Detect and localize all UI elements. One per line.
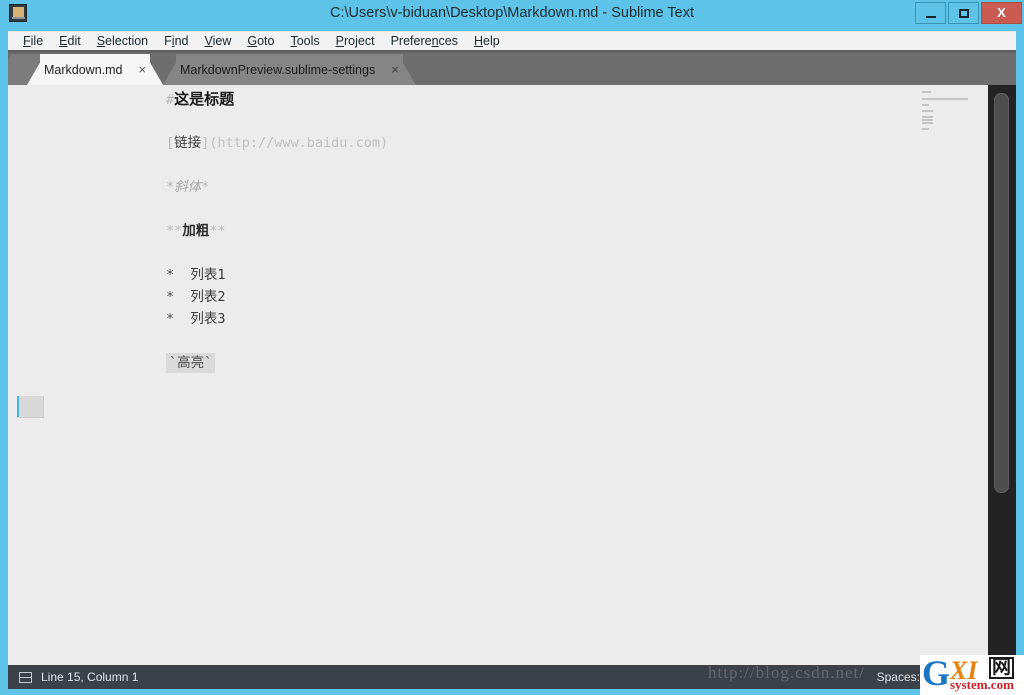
code-token: [ — [166, 135, 175, 151]
editor-area[interactable]: #这是标题 [链接](http://www.baidu.com) *斜体* **加粗*… — [8, 85, 1016, 665]
code-token: ** — [166, 223, 183, 239]
logo-glyph-wang: 网 — [989, 657, 1015, 679]
minimap-line — [922, 116, 933, 119]
menu-item-goto[interactable]: Goto — [239, 33, 282, 49]
tab-bar: Markdown.md × MarkdownPreview.sublime-sett… — [8, 50, 1016, 85]
minimap-line — [922, 119, 933, 122]
code-token: 加粗 — [182, 223, 210, 239]
maximize-icon — [959, 9, 969, 18]
code-token: * — [166, 311, 191, 327]
code-line: * 列表1 — [166, 264, 226, 286]
text-caret — [17, 396, 19, 417]
menu-bar: File Edit Selection Find View Goto Tools Projec… — [8, 31, 1016, 50]
menu-item-help[interactable]: Help — [466, 33, 508, 49]
sublime-text-window: C:\Users\v-biduan\Desktop\Markdown.md - … — [0, 0, 1024, 695]
minimize-button[interactable] — [915, 2, 946, 24]
minimap-line — [922, 91, 931, 94]
status-bar: Line 15, Column 1 http://blog.csdn.net/ … — [8, 663, 1016, 689]
code-line: #这是标题 — [166, 88, 234, 110]
code-line: *斜体* — [166, 176, 209, 198]
tab-right-edge — [145, 54, 164, 85]
watermark-text: http://blog.csdn.net/ — [708, 663, 865, 682]
cursor-position-label: Line 15, Column 1 — [41, 670, 139, 684]
window-controls: X — [913, 2, 1022, 24]
code-line: * 列表3 — [166, 308, 226, 330]
logo-domain: system.com — [950, 677, 1014, 692]
tab-close-icon[interactable]: × — [139, 63, 147, 76]
code-token: `高亮` — [166, 353, 216, 373]
code-token: 列表3 — [190, 311, 226, 327]
menu-item-view[interactable]: View — [196, 33, 239, 49]
vertical-scrollbar-track[interactable] — [988, 85, 1016, 665]
code-line: **加粗** — [166, 220, 226, 242]
tab-left-edge — [163, 54, 181, 85]
minimap-line — [922, 97, 968, 100]
code-token: ](http://www.baidu.com) — [201, 135, 389, 151]
code-token: # — [166, 92, 175, 108]
menu-item-tools[interactable]: Tools — [282, 33, 327, 49]
code-token: 链接 — [174, 135, 202, 151]
tab-bar-shadow — [8, 50, 1016, 54]
code-token: * — [201, 179, 210, 195]
code-token: * — [166, 179, 175, 195]
code-line: `高亮` — [166, 352, 216, 374]
code-token: 列表2 — [190, 289, 226, 305]
code-line: * 列表2 — [166, 286, 226, 308]
tab-label: MarkdownPreview.sublime-settings — [180, 62, 376, 77]
minimap-line — [922, 128, 930, 131]
menu-item-preferences[interactable]: Preferences — [383, 33, 466, 49]
panel-layout-icon[interactable] — [19, 671, 32, 683]
site-watermark-logo: G XI 网 system.com — [920, 655, 1024, 695]
code-token: 列表1 — [190, 267, 226, 283]
code-line: [链接](http://www.baidu.com) — [166, 132, 388, 154]
logo-letter-g: G — [922, 655, 951, 693]
maximize-button[interactable] — [948, 2, 979, 24]
menu-item-edit[interactable]: Edit — [51, 33, 89, 49]
minimize-icon — [926, 16, 936, 18]
minimap[interactable] — [906, 85, 988, 665]
code-token: * — [166, 267, 191, 283]
window-title: C:\Users\v-biduan\Desktop\Markdown.md - … — [330, 5, 694, 21]
gutter-fold-marker[interactable] — [18, 396, 44, 418]
minimap-line — [922, 109, 933, 112]
code-token: 这是标题 — [174, 90, 235, 108]
code-token: 斜体 — [174, 179, 202, 195]
menu-item-selection[interactable]: Selection — [89, 33, 156, 49]
tab-active-0[interactable]: Markdown.md × — [27, 54, 164, 85]
close-button[interactable]: X — [981, 2, 1022, 24]
minimap-line — [922, 122, 933, 125]
tab-close-icon[interactable]: × — [391, 63, 399, 76]
minimap-line — [922, 103, 930, 106]
title-bar: C:\Users\v-biduan\Desktop\Markdown.md - … — [0, 0, 1024, 26]
menu-item-project[interactable]: Project — [328, 33, 383, 49]
tab-label: Markdown.md — [44, 62, 123, 77]
editor-gutter — [8, 85, 158, 665]
menu-item-find[interactable]: Find — [156, 33, 196, 49]
code-token: * — [166, 289, 191, 305]
code-token: ** — [209, 223, 226, 239]
menu-item-file[interactable]: File — [15, 33, 51, 49]
tab-inactive-1[interactable]: MarkdownPreview.sublime-settings × — [163, 54, 416, 85]
code-content[interactable]: #这是标题 [链接](http://www.baidu.com) *斜体* **加粗*… — [158, 85, 898, 665]
vertical-scrollbar-thumb[interactable] — [994, 93, 1009, 493]
